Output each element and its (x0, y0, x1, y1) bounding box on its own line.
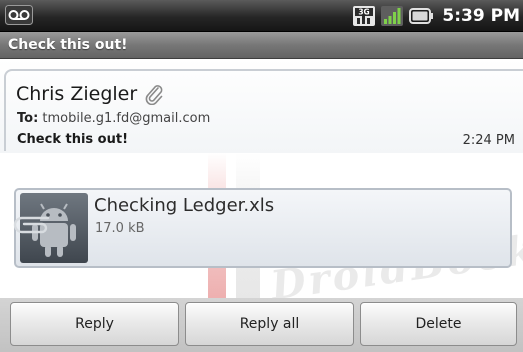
title-bar: Check this out! (0, 32, 523, 59)
attachment-file-name: Checking Ledger.xls (94, 195, 275, 216)
attachment-file-size: 17.0 kB (95, 221, 145, 236)
email-view-screen: 3G 5:39 PM Check this out! Chris Ziegler… (0, 0, 523, 352)
signal-strength-icon (380, 5, 404, 27)
sender-row: Chris Ziegler (16, 83, 165, 106)
attachment-item[interactable]: Checking Ledger.xls 17.0 kB (13, 188, 512, 268)
svg-text:3G: 3G (359, 8, 370, 17)
action-bar: Reply Reply all Delete (0, 298, 523, 352)
message-time: 2:24 PM (462, 133, 515, 148)
page-title: Check this out! (8, 37, 128, 53)
sender-name[interactable]: Chris Ziegler (16, 83, 137, 105)
3g-network-icon: 3G (352, 5, 376, 27)
delete-button[interactable]: Delete (360, 302, 517, 346)
message-subject: Check this out! (17, 132, 129, 147)
recipient-line: To: tmobile.g1.fd@gmail.com (17, 111, 210, 126)
reply-all-button[interactable]: Reply all (185, 302, 354, 346)
message-header: Chris Ziegler To: tmobile.g1.fd@gmail.co… (0, 59, 523, 153)
to-label: To: (17, 111, 39, 126)
status-clock: 5:39 PM (442, 6, 520, 26)
paperclip-icon (143, 83, 165, 106)
message-body: DroidBooks Checking Led (0, 153, 523, 298)
attachment-clip-icon (13, 216, 50, 234)
status-bar: 3G 5:39 PM (0, 0, 523, 32)
voicemail-icon[interactable] (4, 5, 34, 25)
status-indicators: 3G 5:39 PM (352, 0, 523, 32)
message-header-card: Chris Ziegler To: tmobile.g1.fd@gmail.co… (4, 69, 523, 151)
battery-icon (408, 5, 434, 27)
reply-button[interactable]: Reply (10, 302, 179, 346)
recipient-address: tmobile.g1.fd@gmail.com (42, 111, 211, 126)
